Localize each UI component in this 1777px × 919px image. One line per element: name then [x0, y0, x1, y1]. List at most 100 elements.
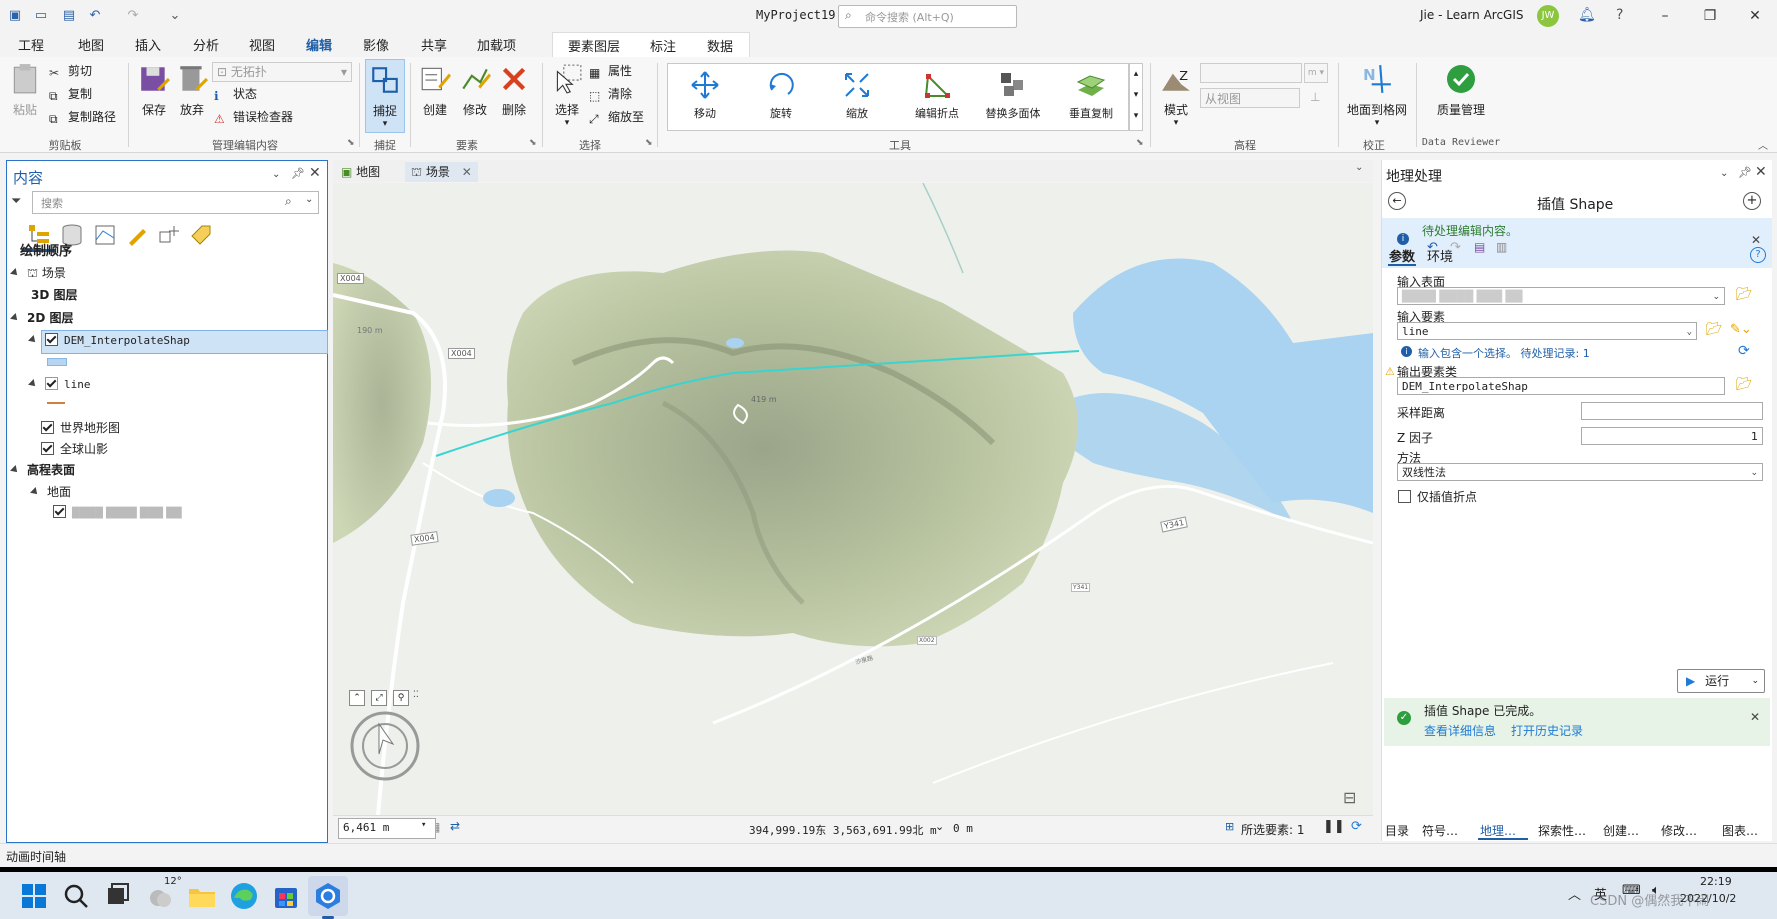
- pause-drawing-button[interactable]: ❚❚: [1323, 819, 1345, 834]
- restore-button[interactable]: ❐: [1695, 4, 1725, 28]
- expand-icon[interactable]: [28, 379, 38, 389]
- elevation-unit-dropdown[interactable]: m ▾: [1304, 63, 1328, 83]
- toc-layer-topographic[interactable]: 世界地形图: [41, 418, 120, 438]
- zoom-to-selection-button[interactable]: ⤢ 缩放至: [589, 107, 644, 127]
- discard-edits-icon[interactable]: ▥: [1496, 240, 1507, 254]
- search-icon[interactable]: ⌕: [285, 194, 292, 209]
- open-icon[interactable]: ▭: [32, 7, 50, 25]
- close-window-button[interactable]: ✕: [1740, 4, 1770, 28]
- toc-3d-layers[interactable]: 3D 图层: [31, 285, 78, 305]
- vertices-only-checkbox[interactable]: [1398, 490, 1411, 503]
- clock-time[interactable]: 22:19: [1700, 875, 1732, 888]
- help-icon[interactable]: ?: [1750, 247, 1766, 263]
- vertices-only-option[interactable]: 仅插值折点: [1398, 488, 1477, 505]
- discard-edits-button[interactable]: 放弃: [175, 63, 209, 118]
- windows-start-icon[interactable]: [18, 880, 50, 912]
- scene-view[interactable]: X004 X004 X004 190 m 419 m Y341 Y341 X00…: [333, 183, 1373, 815]
- dock-tab-create[interactable]: 创建…: [1603, 822, 1639, 839]
- task-view-icon[interactable]: [102, 880, 134, 912]
- elevation-mode-button[interactable]: Z 模式 ▾: [1158, 63, 1194, 128]
- move-tool[interactable]: 移动: [674, 70, 736, 121]
- pane-options-icon[interactable]: ⌄: [1720, 168, 1728, 179]
- tab-labeling[interactable]: 标注: [650, 36, 676, 55]
- selection-view-icon[interactable]: [93, 223, 117, 247]
- edit-vertices-tool[interactable]: 编辑折点: [906, 70, 968, 121]
- dock-tab-modify[interactable]: 修改…: [1661, 822, 1697, 839]
- new-project-icon[interactable]: ▣: [6, 7, 24, 25]
- nav-up-button[interactable]: ⌃: [349, 690, 365, 706]
- close-pane-icon[interactable]: ✕: [309, 165, 321, 181]
- dialog-launcher-icon[interactable]: ⬊: [1136, 138, 1144, 148]
- browse-folder-icon[interactable]: 📂︎: [1736, 287, 1753, 302]
- tab-data[interactable]: 数据: [707, 36, 733, 55]
- dock-tab-charts[interactable]: 图表…: [1722, 822, 1758, 839]
- expand-icon[interactable]: [10, 313, 20, 323]
- close-tab-icon[interactable]: ✕: [462, 165, 472, 179]
- dock-tab-explore[interactable]: 探索性…: [1538, 822, 1586, 839]
- tab-imagery[interactable]: 影像: [363, 35, 389, 54]
- toc-layer-dem[interactable]: DEM_InterpolateShap: [28, 331, 190, 351]
- topology-dropdown[interactable]: ⊡ 无拓扑 ▾: [212, 62, 352, 82]
- tab-analysis[interactable]: 分析: [193, 35, 219, 54]
- pin-icon[interactable]: 📌︎: [1738, 166, 1752, 179]
- search-icon[interactable]: [60, 880, 92, 912]
- run-button[interactable]: ▶ 运行 ⌄: [1677, 669, 1765, 693]
- rotate-tool[interactable]: 旋转: [750, 70, 812, 121]
- modify-features-button[interactable]: 修改: [457, 63, 493, 118]
- navigator-options-icon[interactable]: ⁚⁚: [413, 690, 419, 700]
- clear-selection-button[interactable]: ⬚ 清除: [589, 84, 632, 104]
- store-icon[interactable]: [270, 880, 302, 912]
- refresh-icon[interactable]: ⟳: [1351, 819, 1362, 834]
- visibility-checkbox[interactable]: [45, 333, 58, 346]
- expand-icon[interactable]: [10, 465, 20, 475]
- labeling-view-icon[interactable]: [189, 223, 213, 247]
- refresh-icon[interactable]: ⟳: [1738, 343, 1750, 359]
- tab-view[interactable]: 视图: [249, 35, 275, 54]
- toc-scene[interactable]: ⛫ 场景: [10, 263, 66, 283]
- tab-feature-layer[interactable]: 要素图层: [568, 36, 620, 55]
- customize-toolbar-icon[interactable]: ⌄: [166, 7, 184, 25]
- tab-scene-view[interactable]: ⛫ 场景 ✕: [405, 162, 478, 182]
- tab-environments[interactable]: 环境: [1427, 246, 1453, 265]
- browse-folder-icon[interactable]: 📂︎: [1736, 377, 1753, 392]
- edge-browser-icon[interactable]: [228, 880, 260, 912]
- minimize-button[interactable]: –: [1650, 4, 1680, 28]
- toc-layer-hillshade[interactable]: 全球山影: [41, 439, 108, 459]
- coordinate-format-dropdown[interactable]: ⌄: [935, 820, 944, 833]
- expand-icon[interactable]: [10, 268, 20, 278]
- sample-distance-field[interactable]: [1581, 402, 1763, 420]
- visibility-checkbox[interactable]: [53, 505, 66, 518]
- tab-map[interactable]: 地图: [78, 35, 104, 54]
- filter-icon[interactable]: ⏷: [11, 194, 21, 209]
- toc-elevation-surfaces[interactable]: 高程表面: [10, 460, 75, 480]
- toc-layer-line[interactable]: line: [28, 375, 91, 395]
- ground-to-grid-button[interactable]: N 地面到格网 ▾: [1344, 63, 1410, 128]
- animation-timeline-tab[interactable]: 动画时间轴: [6, 848, 66, 865]
- close-banner-icon[interactable]: ✕: [1750, 710, 1760, 724]
- copy-path-button[interactable]: ⧉ 复制路径: [49, 107, 116, 127]
- selected-features-count[interactable]: 所选要素: 1: [1241, 821, 1305, 838]
- vertical-copy-tool[interactable]: 垂直复制: [1060, 70, 1122, 121]
- basemap-gallery-icon[interactable]: ⊟: [1343, 788, 1356, 807]
- tab-list-chevron-icon[interactable]: ⌄: [1355, 162, 1363, 173]
- pin-icon[interactable]: 📌︎: [291, 167, 305, 180]
- pane-options-icon[interactable]: ⌄: [272, 169, 280, 180]
- file-explorer-icon[interactable]: [186, 880, 218, 912]
- output-feature-class-field[interactable]: DEM_InterpolateShap: [1397, 377, 1725, 395]
- save-edits-button[interactable]: 保存: [137, 63, 171, 118]
- snapping-status-icon[interactable]: ⇄: [450, 819, 460, 833]
- contents-search-input[interactable]: 搜索 ⌕ ⌄: [32, 191, 319, 214]
- full-extent-button[interactable]: ⤢: [371, 690, 387, 706]
- tab-share[interactable]: 共享: [421, 35, 447, 54]
- open-history-link[interactable]: 打开历史记录: [1511, 722, 1583, 739]
- snapping-view-icon[interactable]: [157, 223, 181, 247]
- save-project-icon[interactable]: ▤: [60, 7, 78, 25]
- toc-ground-layer[interactable]: ████ ████ ███ ██: [53, 504, 182, 524]
- help-icon[interactable]: ?: [1616, 7, 1623, 23]
- add-icon[interactable]: +: [1743, 192, 1761, 210]
- browse-folder-icon[interactable]: 📂︎: [1706, 322, 1723, 337]
- visibility-checkbox[interactable]: [45, 377, 58, 390]
- editing-view-icon[interactable]: [125, 223, 149, 247]
- dock-tab-symbology[interactable]: 符号…: [1422, 822, 1458, 839]
- expand-icon[interactable]: [28, 335, 38, 345]
